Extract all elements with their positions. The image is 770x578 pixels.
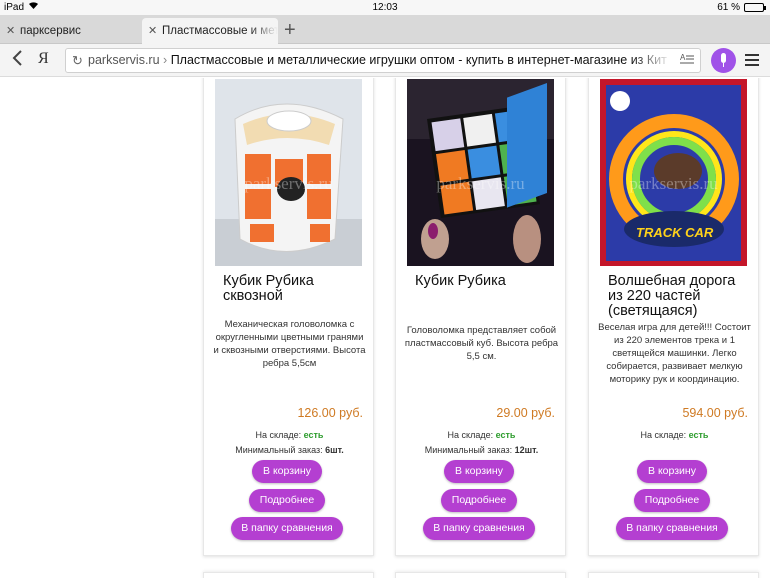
translate-icon[interactable]: A	[678, 52, 696, 68]
add-to-cart-button[interactable]: В корзину	[637, 460, 707, 483]
url-separator: ›	[163, 53, 168, 67]
url-domain: parkservis.ru	[88, 53, 160, 67]
product-description: Механическая головоломка с округленными …	[213, 319, 366, 369]
tab-bar: ✕ паркcервис ✕ Пластмассовые и метал	[0, 15, 770, 44]
compare-button[interactable]: В папку сравнения	[231, 517, 343, 540]
product-title[interactable]: Волшебная дорога из 220 частей (светящая…	[608, 274, 753, 319]
product-price: 594.00 руб.	[682, 406, 748, 420]
product-image[interactable]: parkservis.ru	[407, 79, 554, 266]
clock: 12:03	[372, 2, 398, 13]
svg-text:TRACK CAR: TRACK CAR	[636, 225, 714, 240]
product-title[interactable]: Кубик Рубика сквозной	[223, 274, 368, 304]
product-card: parkservis.ru Кубик Рубика Головоломка п…	[395, 78, 566, 556]
tab-label: паркcервис	[20, 25, 81, 37]
details-button[interactable]: Подробнее	[249, 489, 325, 512]
product-card-partial	[395, 572, 566, 578]
svg-text:A: A	[680, 53, 686, 62]
watermark: parkservis.ru	[629, 174, 718, 193]
reload-icon[interactable]: ↻	[72, 49, 83, 72]
details-button[interactable]: Подробнее	[441, 489, 517, 512]
stock-value: есть	[303, 430, 324, 440]
status-bar: iPad 12:03 61 %	[0, 0, 770, 15]
new-tab-button[interactable]: +	[284, 17, 296, 43]
address-bar: Я ↻ parkservis.ru › Пластмассовые и мета…	[0, 44, 770, 77]
details-button[interactable]: Подробнее	[634, 489, 710, 512]
product-description: Головоломка представляет собой пластмасс…	[404, 325, 559, 362]
stock-status: На складе: есть	[640, 430, 709, 440]
add-to-cart-button[interactable]: В корзину	[252, 460, 322, 483]
min-order: Минимальный заказ: 6шт.	[235, 445, 344, 455]
product-image[interactable]: TRACK CAR parkservis.ru	[600, 79, 747, 266]
product-card: parkservis.ru Кубик Рубика сквозной Меха…	[203, 78, 374, 556]
watermark: parkservis.ru	[436, 174, 525, 193]
back-icon[interactable]	[8, 49, 26, 71]
product-description: Веселая игра для детей!!! Состоит из 220…	[598, 322, 751, 385]
add-to-cart-button[interactable]: В корзину	[444, 460, 514, 483]
product-image[interactable]: parkservis.ru	[215, 79, 362, 266]
product-card-partial	[203, 572, 374, 578]
compare-button[interactable]: В папку сравнения	[423, 517, 535, 540]
product-price: 126.00 руб.	[297, 406, 363, 420]
close-tab-icon[interactable]: ✕	[6, 18, 15, 44]
product-grid: parkservis.ru Кубик Рубика сквозной Меха…	[0, 78, 770, 578]
tab-parkservis[interactable]: ✕ паркcервис	[0, 18, 142, 44]
min-order-value: 6шт.	[325, 445, 344, 455]
url-page-title: Пластмассовые и металлические игрушки оп…	[170, 53, 667, 67]
min-order: Минимальный заказ: 12шт.	[424, 445, 539, 455]
product-price: 29.00 руб.	[496, 406, 555, 420]
menu-icon[interactable]	[745, 54, 759, 66]
min-order-value: 12шт.	[514, 445, 539, 455]
stock-value: есть	[495, 430, 516, 440]
stock-status: На складе: есть	[255, 430, 324, 440]
battery-icon	[744, 3, 766, 12]
yandex-logo-button[interactable]: Я	[38, 50, 49, 68]
microphone-icon[interactable]	[711, 48, 736, 73]
watermark: parkservis.ru	[244, 174, 333, 193]
stock-value: есть	[688, 430, 709, 440]
close-tab-icon[interactable]: ✕	[148, 18, 157, 44]
stock-status: На складе: есть	[447, 430, 516, 440]
battery-percent: 61 %	[717, 2, 740, 13]
product-card-partial	[588, 572, 759, 578]
tab-active[interactable]: ✕ Пластмассовые и метал	[142, 18, 278, 44]
compare-button[interactable]: В папку сравнения	[616, 517, 728, 540]
url-field[interactable]: ↻ parkservis.ru › Пластмассовые и металл…	[65, 48, 701, 73]
product-title[interactable]: Кубик Рубика	[415, 274, 560, 289]
product-card: TRACK CAR parkservis.ru Волшебная дорога…	[588, 78, 759, 556]
